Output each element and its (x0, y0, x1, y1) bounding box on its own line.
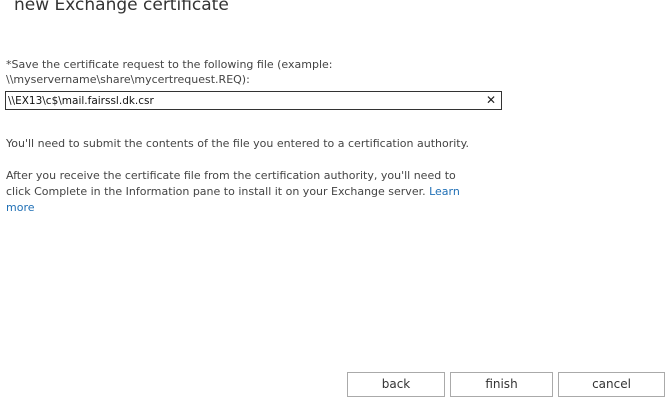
finish-button[interactable]: finish (450, 372, 553, 397)
clear-icon[interactable]: ✕ (485, 92, 497, 109)
back-button[interactable]: back (347, 372, 445, 397)
submit-instructions: You'll need to submit the contents of th… (6, 137, 470, 150)
complete-instructions: After you receive the certificate file f… (6, 168, 476, 216)
cancel-button[interactable]: cancel (558, 372, 665, 397)
page-title: new Exchange certificate (14, 0, 229, 15)
file-path-label: *Save the certificate request to the fol… (6, 58, 333, 86)
complete-instructions-text: After you receive the certificate file f… (6, 169, 456, 198)
file-path-field[interactable]: ✕ (5, 91, 502, 110)
file-path-input[interactable] (6, 92, 478, 109)
